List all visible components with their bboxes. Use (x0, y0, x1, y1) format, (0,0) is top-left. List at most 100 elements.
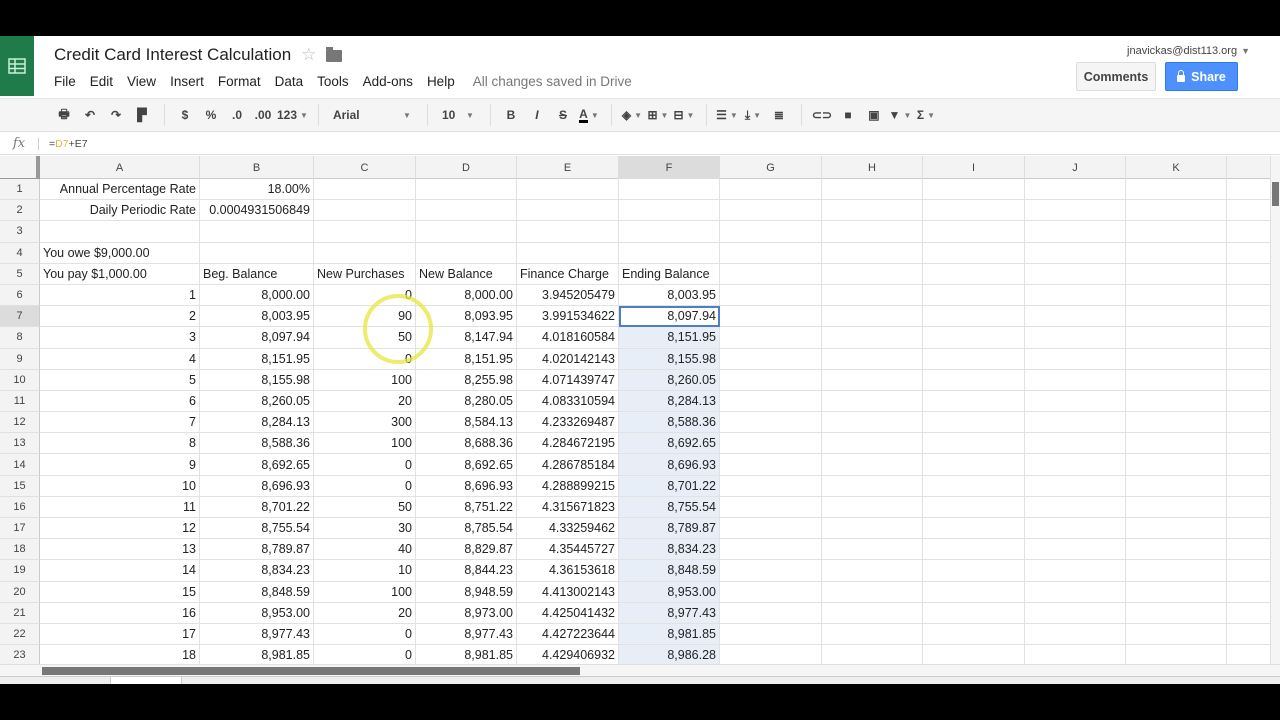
cell-h9[interactable] (822, 348, 923, 370)
cell-b17[interactable]: 8,755.54 (200, 518, 314, 540)
cell-h5[interactable] (822, 263, 923, 285)
column-header-k[interactable]: K (1126, 156, 1227, 179)
cell-c22[interactable]: 0 (314, 623, 416, 646)
cell-f18[interactable]: 8,834.23 (619, 539, 720, 561)
cell-h6[interactable] (822, 284, 923, 307)
vertical-scroll-thumb[interactable] (1272, 182, 1279, 206)
cell-k5[interactable] (1126, 263, 1227, 285)
cell-k6[interactable] (1126, 284, 1227, 307)
cell-b3[interactable] (200, 221, 314, 243)
cell-e3[interactable] (517, 221, 619, 243)
paint-format-button[interactable]: ▛ (130, 102, 154, 128)
cell-k15[interactable] (1126, 475, 1227, 497)
cell-h1[interactable] (822, 179, 923, 201)
cell-h11[interactable] (822, 390, 923, 413)
menu-insert[interactable]: Insert (170, 74, 204, 89)
cell-d23[interactable]: 8,981.85 (416, 645, 517, 664)
cell-c21[interactable]: 20 (314, 602, 416, 624)
merge-cells-button[interactable]: ⊟ ▼ (672, 102, 696, 128)
row-header[interactable]: 9 (0, 348, 40, 370)
cell-h13[interactable] (822, 433, 923, 455)
cell-l18[interactable] (1227, 539, 1270, 561)
comments-button[interactable]: Comments (1076, 62, 1156, 91)
cell-h18[interactable] (822, 539, 923, 561)
cell-c11[interactable]: 20 (314, 390, 416, 413)
cell-e16[interactable]: 4.315671823 (517, 496, 619, 518)
cell-c13[interactable]: 100 (314, 433, 416, 455)
cell-i22[interactable] (923, 623, 1025, 646)
row-header[interactable]: 14 (0, 454, 40, 476)
cell-h12[interactable] (822, 412, 923, 434)
cell-j22[interactable] (1025, 623, 1126, 646)
cell-c15[interactable]: 0 (314, 475, 416, 497)
cell-a11[interactable]: 6 (40, 390, 200, 413)
menu-addons[interactable]: Add-ons (363, 74, 413, 89)
cell-i2[interactable] (923, 200, 1025, 222)
cell-e8[interactable]: 4.018160584 (517, 327, 619, 349)
cell-i7[interactable] (923, 306, 1025, 328)
cell-c19[interactable]: 10 (314, 560, 416, 582)
cell-i8[interactable] (923, 327, 1025, 349)
cell-g14[interactable] (720, 454, 822, 476)
cell-b4[interactable] (200, 242, 314, 264)
account-menu[interactable]: jnavickas@dist113.org ▼ (1127, 45, 1250, 57)
cell-i11[interactable] (923, 390, 1025, 413)
cell-l1[interactable] (1227, 179, 1270, 201)
column-header-f[interactable]: F (619, 156, 720, 179)
menu-format[interactable]: Format (218, 74, 261, 89)
print-button[interactable]: 🖶 (52, 102, 76, 128)
cell-h3[interactable] (822, 221, 923, 243)
cell-j17[interactable] (1025, 518, 1126, 540)
cell-b16[interactable]: 8,701.22 (200, 496, 314, 518)
cell-h10[interactable] (822, 369, 923, 391)
row-header[interactable]: 1 (0, 179, 40, 201)
cell-b15[interactable]: 8,696.93 (200, 475, 314, 497)
cell-j3[interactable] (1025, 221, 1126, 243)
cell-e5[interactable]: Finance Charge (517, 263, 619, 285)
cell-f5[interactable]: Ending Balance (619, 263, 720, 285)
font-size-select[interactable]: 10 ▼ (436, 102, 480, 128)
cell-g13[interactable] (720, 433, 822, 455)
row-header[interactable]: 3 (0, 221, 40, 243)
cell-i5[interactable] (923, 263, 1025, 285)
cell-i12[interactable] (923, 412, 1025, 434)
cell-j15[interactable] (1025, 475, 1126, 497)
cell-b23[interactable]: 8,981.85 (200, 645, 314, 664)
cell-a21[interactable]: 16 (40, 602, 200, 624)
cell-h15[interactable] (822, 475, 923, 497)
filter-button[interactable]: ▼ ▼ (888, 102, 912, 128)
cell-e22[interactable]: 4.427223644 (517, 623, 619, 646)
cell-k4[interactable] (1126, 242, 1227, 264)
cell-k9[interactable] (1126, 348, 1227, 370)
cell-g7[interactable] (720, 306, 822, 328)
cell-l5[interactable] (1227, 264, 1270, 285)
cell-g10[interactable] (720, 369, 822, 391)
cell-d17[interactable]: 8,785.54 (416, 518, 517, 540)
cell-e12[interactable]: 4.233269487 (517, 412, 619, 434)
cell-d13[interactable]: 8,688.36 (416, 433, 517, 455)
cell-e4[interactable] (517, 242, 619, 264)
cell-k13[interactable] (1126, 433, 1227, 455)
cell-j4[interactable] (1025, 242, 1126, 264)
cell-d3[interactable] (416, 221, 517, 243)
cell-k10[interactable] (1126, 369, 1227, 391)
cell-k17[interactable] (1126, 518, 1227, 540)
cell-f1[interactable] (619, 179, 720, 201)
decrease-decimals-button[interactable]: .0 (225, 102, 249, 128)
cell-j16[interactable] (1025, 496, 1126, 518)
cell-c6[interactable]: 0 (314, 284, 416, 307)
cell-j18[interactable] (1025, 539, 1126, 561)
row-header[interactable]: 11 (0, 390, 40, 413)
cell-c10[interactable]: 100 (314, 369, 416, 391)
cell-d22[interactable]: 8,977.43 (416, 623, 517, 646)
cell-c4[interactable] (314, 242, 416, 264)
cell-g16[interactable] (720, 496, 822, 518)
cell-g20[interactable] (720, 581, 822, 603)
cell-f7[interactable]: 8,097.94 (619, 306, 720, 328)
cell-l17[interactable] (1227, 518, 1270, 540)
cell-f19[interactable]: 8,848.59 (619, 560, 720, 582)
row-header[interactable]: 13 (0, 433, 40, 455)
cell-b10[interactable]: 8,155.98 (200, 369, 314, 391)
cell-j2[interactable] (1025, 200, 1126, 222)
cell-d7[interactable]: 8,093.95 (416, 306, 517, 328)
